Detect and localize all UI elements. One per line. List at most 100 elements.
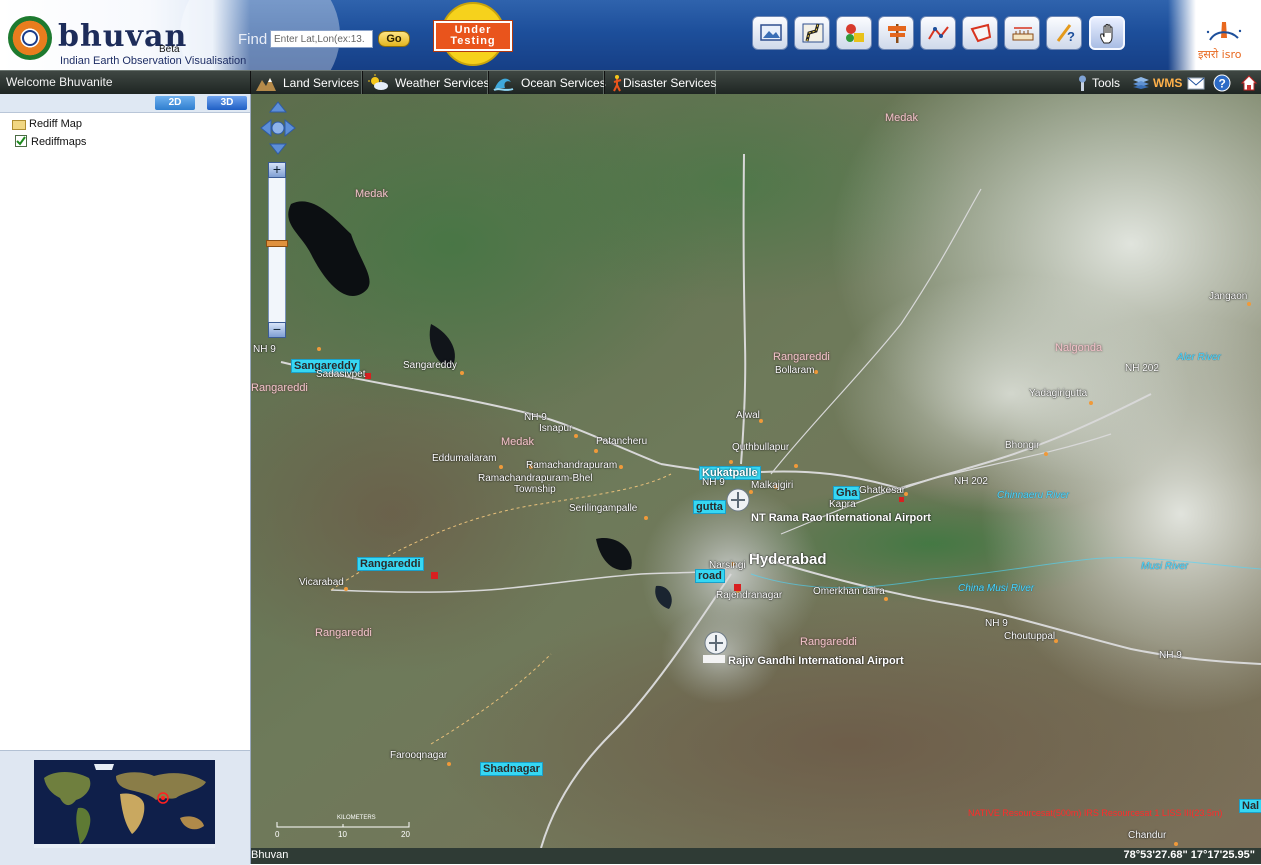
view-2d-button[interactable]: 2D	[155, 96, 195, 110]
home-icon[interactable]	[1240, 74, 1258, 92]
map-label-highlight: Nal	[1239, 799, 1261, 813]
cursor-coordinates: 78°53'27.68" 17°17'25.95"	[1123, 849, 1255, 861]
route-icon	[802, 23, 824, 43]
status-app-name: Bhuvan	[251, 849, 289, 861]
signpost-icon	[888, 24, 906, 43]
map-label: Ramachandrapuram-Bhel	[478, 473, 593, 484]
disaster-services-menu[interactable]: Disaster Services	[604, 71, 716, 95]
zoom-out-button[interactable]: −	[268, 322, 286, 338]
map-label: Sadasivpet	[316, 369, 366, 380]
under-testing-badge: Under Testing	[433, 2, 513, 66]
map-label-highlight: Shadnagar	[480, 762, 543, 776]
map-label: Sangareddy	[403, 360, 457, 371]
mail-icon[interactable]	[1187, 74, 1205, 92]
highway-label: NH 202	[1125, 363, 1159, 374]
map-label-highlight: road	[695, 569, 725, 583]
map-label: Vicarabad	[299, 577, 344, 588]
svg-text:0: 0	[275, 830, 280, 839]
polyline-button[interactable]	[920, 16, 956, 50]
highway-label: NH 9	[985, 618, 1008, 629]
chakra-wheel-icon	[22, 30, 38, 46]
help-icon[interactable]: ?	[1213, 74, 1231, 92]
highway-label: NH 9	[1159, 650, 1182, 661]
overview-map-panel	[0, 750, 250, 865]
header-bar: bhuvan Beta Indian Earth Observation Vis…	[0, 0, 1261, 70]
welcome-text: Welcome Bhuvanite	[6, 75, 113, 89]
route-button[interactable]	[794, 16, 830, 50]
svg-text:इसरो isro: इसरो isro	[1198, 48, 1242, 61]
weather-sun-icon	[368, 74, 388, 90]
map-label: Rangareddi	[315, 627, 372, 639]
imagery-credit: NATIVE Resourcesat(500m) IRS Resourcesat…	[968, 808, 1223, 818]
services-nav-bar: Welcome Bhuvanite Land Services Weather …	[0, 70, 1261, 95]
map-label: Kapra	[829, 499, 856, 510]
polyline-icon	[928, 26, 949, 40]
zoom-in-button[interactable]: +	[268, 162, 286, 178]
pan-left-icon	[260, 118, 272, 138]
zoom-slider-handle[interactable]	[266, 239, 288, 247]
folder-icon[interactable]	[12, 120, 26, 130]
highway-label: NH 9	[524, 412, 547, 423]
svg-text:KILOMETERS: KILOMETERS	[337, 815, 376, 821]
find-latlon-input[interactable]	[270, 30, 373, 48]
checkmark-icon	[16, 136, 26, 146]
land-services-menu[interactable]: Land Services	[250, 71, 362, 95]
map-label: Ramachandrapuram	[526, 460, 618, 471]
status-bar: Bhuvan 78°53'27.68" 17°17'25.95"	[251, 848, 1261, 864]
map-label: Eddumailaram	[432, 453, 497, 464]
map-label: Medak	[355, 188, 389, 200]
svg-text:?: ?	[1219, 77, 1226, 91]
pan-right-icon	[284, 118, 296, 138]
map-label: Rangareddi	[800, 636, 857, 648]
tools-wrench-icon	[1079, 75, 1086, 91]
view-mode-strip: 2D 3D	[0, 94, 250, 113]
hand-pan-button[interactable]	[1089, 16, 1125, 50]
signpost-button[interactable]	[878, 16, 914, 50]
app-tagline: Indian Earth Observation Visualisation	[60, 55, 247, 67]
highway-label: NH 9	[702, 477, 725, 488]
distance-icon	[1012, 27, 1034, 41]
view-3d-button[interactable]: 3D	[207, 96, 247, 110]
svg-text:20: 20	[401, 830, 410, 839]
ocean-services-menu[interactable]: Ocean Services	[488, 71, 606, 95]
mountains-icon	[256, 78, 276, 91]
shapes-button[interactable]	[836, 16, 872, 50]
map-label: Jangaon	[1209, 291, 1248, 302]
hand-pan-icon	[1100, 23, 1113, 44]
go-button[interactable]: Go	[378, 31, 410, 47]
svg-text:?: ?	[1067, 29, 1075, 44]
layers-side-panel: 2D 3D Rediff Map Rediffmaps	[0, 94, 251, 865]
map-label: Patancheru	[596, 436, 648, 447]
map-label: Choutuppal	[1004, 631, 1056, 642]
map-label: Farooqnagar	[390, 750, 448, 761]
rediffmaps-checkbox[interactable]	[15, 135, 27, 147]
map-label: Yadagirigutta	[1029, 388, 1088, 399]
wms-label: WMS	[1153, 76, 1183, 90]
map-label: Aler River	[1177, 352, 1221, 363]
weather-services-menu[interactable]: Weather Services	[362, 71, 489, 95]
shapes-icon	[846, 24, 864, 42]
map-label: NT Rama Rao International Airport	[751, 512, 931, 524]
zoom-slider-track[interactable]	[268, 162, 286, 338]
layer-folder-label[interactable]: Rediff Map	[29, 118, 82, 130]
map-viewport[interactable]: Medak Medak Rangareddi Bollaram Nalgonda…	[251, 94, 1261, 848]
rediffmaps-label[interactable]: Rediffmaps	[31, 136, 86, 148]
pan-control[interactable]	[259, 100, 297, 156]
pan-up-icon	[268, 101, 288, 113]
map-label: Bollaram	[775, 365, 815, 376]
help-pointer-button[interactable]: ?	[1046, 16, 1082, 50]
world-overview-map[interactable]	[34, 760, 215, 848]
image-layer-button[interactable]	[752, 16, 788, 50]
tools-menu[interactable]: Tools	[1070, 71, 1126, 95]
polygon-button[interactable]	[962, 16, 998, 50]
map-label: Township	[514, 484, 556, 495]
map-label: Malkajgiri	[751, 480, 794, 491]
map-label: Rangareddi	[251, 382, 308, 394]
map-label: Bhongir	[1005, 440, 1040, 451]
map-label: Isnapur	[539, 423, 573, 434]
wms-menu[interactable]: WMS	[1128, 71, 1184, 95]
distance-button[interactable]	[1004, 16, 1040, 50]
image-layer-icon	[760, 24, 782, 41]
wms-layers-icon	[1133, 77, 1149, 89]
map-label: Rangareddi	[773, 351, 830, 363]
